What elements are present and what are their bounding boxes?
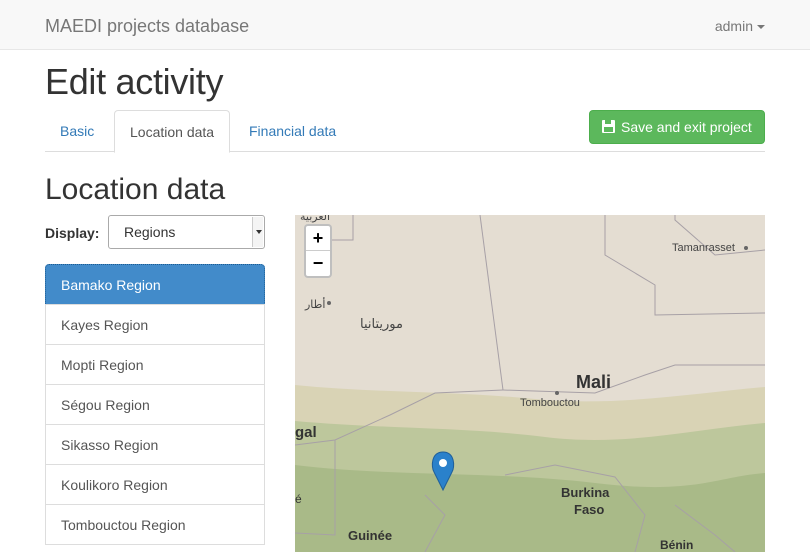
user-name: admin <box>714 18 753 34</box>
region-item-bamako[interactable]: Bamako Region <box>45 264 265 305</box>
map-tiles <box>295 215 765 552</box>
map-city-dot <box>555 391 559 395</box>
map-label-e-fragment: é <box>295 492 302 506</box>
navbar: MAEDI projects database admin <box>0 0 810 50</box>
page-title: Edit activity <box>45 61 224 102</box>
map-label-tombouctou: Tombouctou <box>520 397 580 409</box>
map-label-tamanrasset: Tamanrasset <box>672 242 735 254</box>
region-item-mopti[interactable]: Mopti Region <box>45 344 265 385</box>
select-arrow-icon <box>252 217 263 247</box>
caret-down-icon <box>757 25 765 30</box>
map-view[interactable]: العربية Tamanrasset أطار موريتانيا Mali … <box>295 215 765 552</box>
map-label-mali: Mali <box>576 372 612 392</box>
zoom-in-button[interactable]: + <box>306 226 330 251</box>
floppy-disk-icon <box>602 120 615 133</box>
region-item-koulikoro[interactable]: Koulikoro Region <box>45 464 265 505</box>
map-label-top: العربية <box>300 215 331 223</box>
region-item-tombouctou[interactable]: Tombouctou Region <box>45 504 265 545</box>
display-select[interactable]: Regions <box>108 215 265 249</box>
map-label-mauritania: موريتانيا <box>360 316 403 331</box>
map-city-dot <box>744 246 748 250</box>
user-menu[interactable]: admin <box>715 17 765 35</box>
display-select-value: Regions <box>124 224 176 240</box>
map-label-atar: أطار <box>305 299 326 311</box>
map-label-senegal: gal <box>295 424 317 441</box>
map-label-guinee: Guinée <box>348 528 393 543</box>
section-title: Location data <box>45 173 226 206</box>
region-list: Bamako Region Kayes Region Mopti Region … <box>45 264 265 545</box>
tab-basic[interactable]: Basic <box>45 110 109 152</box>
map-zoom-control: + − <box>304 224 332 278</box>
zoom-out-button[interactable]: − <box>306 251 330 276</box>
map-label-burkina: Burkina <box>561 485 610 500</box>
save-and-exit-button[interactable]: Save and exit project <box>589 110 765 144</box>
brand-link[interactable]: MAEDI projects database <box>45 15 249 37</box>
save-button-label: Save and exit project <box>621 119 752 135</box>
tab-location-data[interactable]: Location data <box>114 110 231 153</box>
display-label: Display: <box>45 225 100 241</box>
region-item-segou[interactable]: Ségou Region <box>45 384 265 425</box>
region-item-kayes[interactable]: Kayes Region <box>45 304 265 345</box>
tab-financial-data[interactable]: Financial data <box>234 110 351 152</box>
map-label-benin: Bénin <box>660 538 694 552</box>
map-label-faso: Faso <box>574 502 605 517</box>
region-item-sikasso[interactable]: Sikasso Region <box>45 424 265 465</box>
map-city-dot <box>327 301 331 305</box>
